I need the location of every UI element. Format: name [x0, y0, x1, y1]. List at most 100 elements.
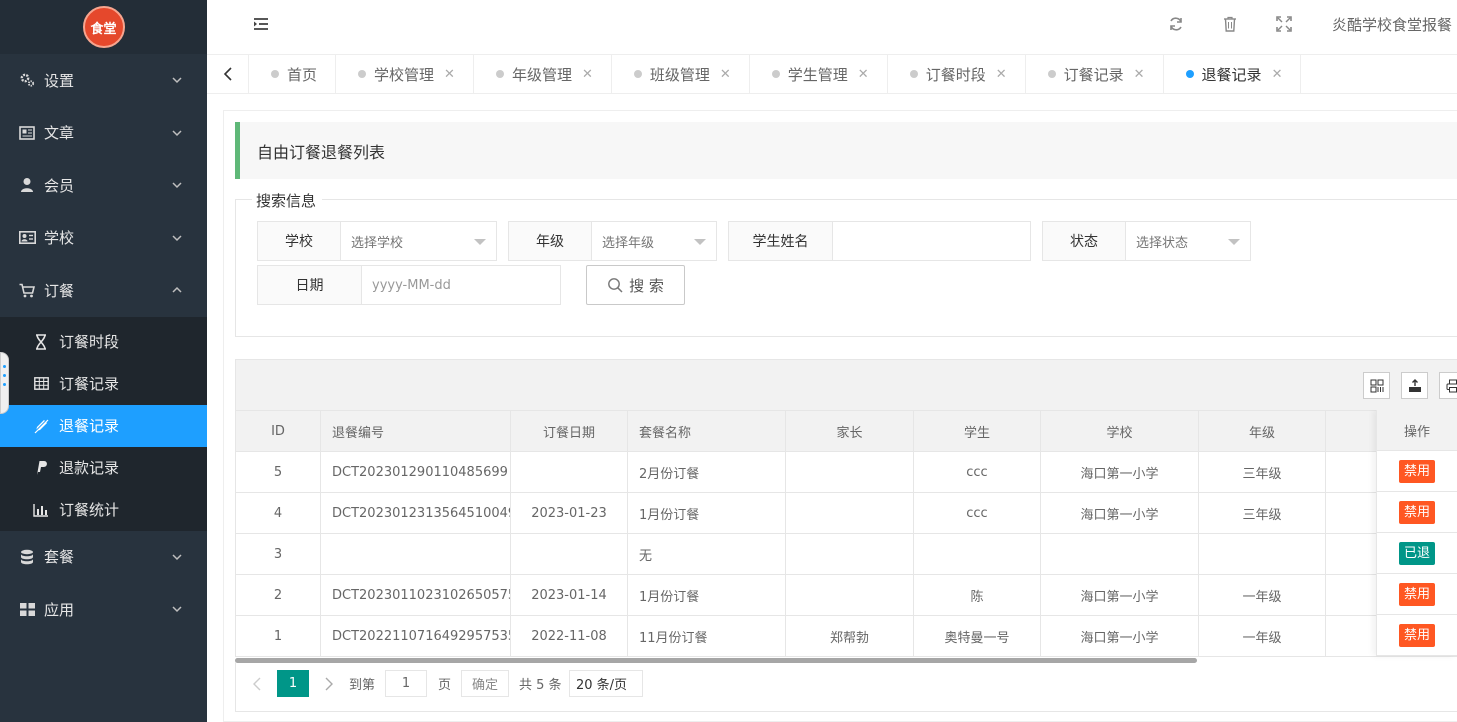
sidebar-item-label: 设置 — [44, 71, 75, 90]
sidebar-item-schools[interactable]: 学校 — [0, 212, 207, 265]
orders-submenu: 订餐时段 订餐记录 退餐记录 退款记录 订餐统计 — [0, 316, 207, 531]
newspaper-icon — [18, 124, 36, 142]
grade-select[interactable]: 选择年级 — [592, 222, 716, 260]
disable-button[interactable]: 禁用 — [1398, 623, 1435, 647]
tab-school-management[interactable]: 学校管理 ✕ — [336, 55, 474, 93]
tab-dot — [771, 70, 780, 78]
page-title: 自由订餐退餐列表 — [235, 122, 1457, 179]
select-value: 选择学校 — [351, 235, 404, 251]
caret-down-icon — [694, 239, 706, 245]
column-header[interactable]: 订餐日期 — [510, 410, 628, 452]
close-icon[interactable]: ✕ — [720, 67, 731, 82]
table-row[interactable]: 4 DCT2023012313564510049 2023-01-23 1月份订… — [235, 492, 1457, 534]
fullscreen-icon[interactable] — [1275, 15, 1293, 33]
close-icon[interactable]: ✕ — [858, 67, 869, 82]
student-name-filter: 学生姓名 — [728, 221, 1031, 261]
column-header[interactable]: 套餐名称 — [627, 410, 786, 452]
sidebar-item-orders[interactable]: 订餐 — [0, 264, 207, 317]
sidebar-item-label: 订餐统计 — [59, 501, 120, 519]
column-header[interactable]: 学生 — [913, 410, 1041, 452]
cell-parent — [785, 492, 914, 534]
tab-home[interactable]: 首页 — [249, 55, 337, 93]
paypal-icon — [32, 459, 50, 477]
page-1-button[interactable]: 1 — [277, 670, 309, 697]
prev-page-icon[interactable] — [246, 670, 268, 697]
cell-id: 1 — [235, 615, 321, 657]
logo[interactable]: 食堂 — [0, 0, 207, 54]
confirm-page-button[interactable]: 确定 — [461, 670, 509, 697]
sidebar-item-label: 文章 — [44, 124, 75, 143]
sidebar-item-refund-records[interactable]: 退款记录 — [0, 447, 207, 489]
tab-refund-meal-records[interactable]: 退餐记录 ✕ — [1164, 55, 1302, 93]
cell-grade: 三年级 — [1198, 451, 1326, 493]
search-icon — [607, 277, 623, 293]
cell-meal: 无 — [627, 533, 786, 575]
page-size-select[interactable]: 20 条/页 — [569, 670, 643, 697]
trash-icon[interactable] — [1221, 15, 1239, 33]
user-icon — [18, 176, 36, 194]
school-select[interactable]: 选择学校 — [341, 222, 496, 260]
tab-order-periods[interactable]: 订餐时段 ✕ — [888, 55, 1026, 93]
column-header[interactable]: ID — [235, 410, 321, 452]
search-button-label: 搜 索 — [629, 276, 664, 295]
status-select[interactable]: 选择状态 — [1126, 222, 1250, 260]
sidebar-item-label: 会员 — [44, 176, 75, 195]
cell-student: ccc — [913, 492, 1041, 534]
sidebar-item-articles[interactable]: 文章 — [0, 107, 207, 160]
date-input[interactable]: yyyy-MM-dd — [362, 266, 560, 304]
field-label: 学校 — [258, 222, 341, 260]
sidebar-item-refund-meal-records[interactable]: 退餐记录 — [0, 404, 207, 447]
column-header[interactable]: 退餐编号 — [320, 410, 511, 452]
sidebar-item-packages[interactable]: 套餐 — [0, 531, 207, 584]
side-drawer-handle[interactable] — [0, 352, 9, 414]
school-filter: 学校 选择学校 — [257, 221, 497, 261]
sidebar-item-order-periods[interactable]: 订餐时段 — [0, 321, 207, 363]
site-name[interactable]: 炎酷学校食堂报餐 — [1332, 14, 1452, 35]
close-icon[interactable]: ✕ — [444, 67, 455, 82]
column-filter-button[interactable] — [1363, 372, 1390, 399]
column-header[interactable]: 家长 — [785, 410, 914, 452]
tabs-scroll-left-button[interactable] — [207, 55, 249, 93]
disable-button[interactable]: 禁用 — [1398, 582, 1435, 606]
close-icon[interactable]: ✕ — [1272, 67, 1283, 82]
column-header[interactable]: 年级 — [1198, 410, 1326, 452]
grade-filter: 年级 选择年级 — [508, 221, 717, 261]
header: 炎酷学校食堂报餐 — [207, 0, 1457, 55]
cell-grade: 一年级 — [1198, 615, 1326, 657]
table-row[interactable]: 1 DCT2022110716492957535 2022-11-08 11月份… — [235, 615, 1457, 657]
disable-button[interactable]: 禁用 — [1398, 459, 1435, 483]
student-name-input[interactable] — [833, 222, 1030, 260]
search-legend: 搜索信息 — [252, 190, 323, 211]
print-button[interactable] — [1439, 372, 1457, 399]
next-page-icon[interactable] — [318, 670, 340, 697]
search-button[interactable]: 搜 索 — [586, 265, 685, 305]
sidebar-item-settings[interactable]: 设置 — [0, 54, 207, 107]
refunded-badge[interactable]: 已退 — [1398, 541, 1435, 565]
chevron-down-icon — [171, 127, 183, 139]
menu-toggle-icon[interactable] — [251, 14, 271, 34]
sidebar-item-members[interactable]: 会员 — [0, 159, 207, 212]
tab-grade-management[interactable]: 年级管理 ✕ — [474, 55, 612, 93]
tab-order-records[interactable]: 订餐记录 ✕ — [1026, 55, 1164, 93]
tab-student-management[interactable]: 学生管理 ✕ — [750, 55, 888, 93]
close-icon[interactable]: ✕ — [582, 67, 593, 82]
sidebar-item-order-stats[interactable]: 订餐统计 — [0, 489, 207, 531]
column-header[interactable]: 学校 — [1040, 410, 1199, 452]
disable-button[interactable]: 禁用 — [1398, 500, 1435, 524]
sidebar-item-order-records[interactable]: 订餐记录 — [0, 363, 207, 405]
tab-dot — [1185, 70, 1194, 78]
refresh-icon[interactable] — [1167, 15, 1185, 33]
actions-column: 操作 禁用 禁用 已退 禁用 禁用 — [1376, 410, 1457, 656]
sidebar-item-apps[interactable]: 应用 — [0, 583, 207, 636]
tab-label: 学校管理 — [374, 65, 435, 84]
export-button[interactable] — [1401, 372, 1428, 399]
table-row[interactable]: 5 DCT202301290110485699 2月份订餐 ccc 海口第一小学… — [235, 451, 1457, 493]
close-icon[interactable]: ✕ — [1134, 67, 1145, 82]
table-row[interactable]: 2 DCT2023011023102650575 2023-01-14 1月份订… — [235, 574, 1457, 616]
logo-badge: 食堂 — [82, 6, 125, 48]
close-icon[interactable]: ✕ — [996, 67, 1007, 82]
goto-page-input[interactable]: 1 — [385, 670, 427, 697]
table-row[interactable]: 3 无 — [235, 533, 1457, 575]
sidebar-item-label: 学校 — [44, 229, 75, 248]
tab-class-management[interactable]: 班级管理 ✕ — [612, 55, 750, 93]
